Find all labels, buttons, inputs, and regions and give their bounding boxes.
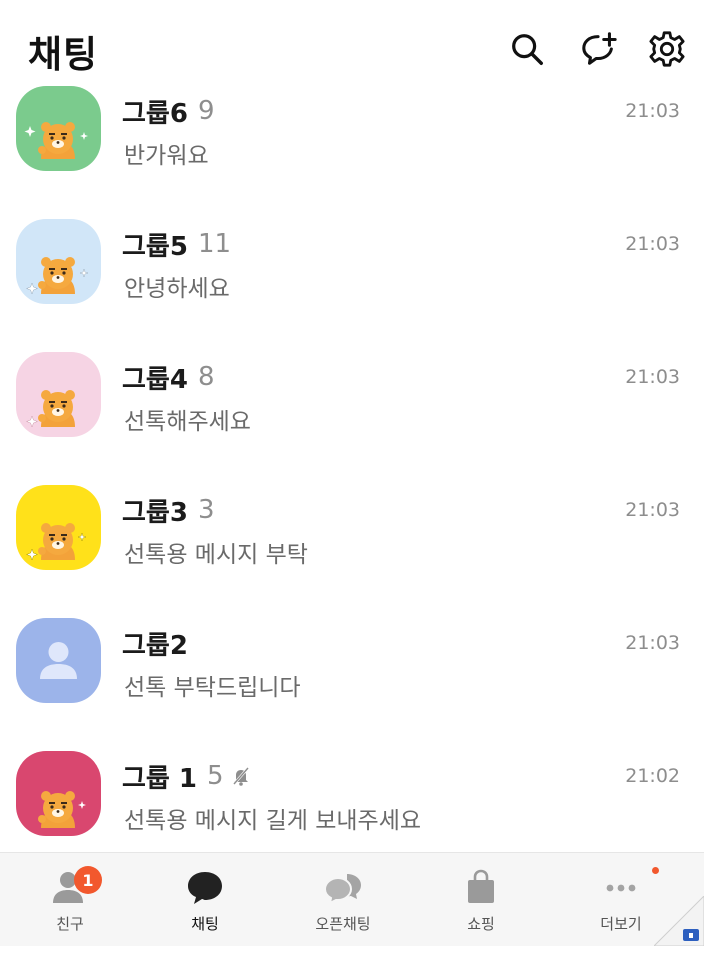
chat-last-message: 안녕하세요 [124, 276, 230, 302]
open-chat-icon [323, 867, 363, 907]
chat-name: 그룹4 [122, 364, 188, 395]
more-icon [601, 867, 641, 907]
chat-avatar [16, 86, 101, 171]
search-button[interactable] [506, 28, 548, 70]
chat-title-line: 그룹6 9 [122, 94, 215, 129]
chat-last-message: 선톡용 메시지 길게 보내주세요 [124, 808, 422, 834]
chat-time: 21:03 [625, 100, 680, 122]
search-icon [512, 34, 543, 65]
member-count: 9 [197, 96, 215, 126]
member-count: 8 [197, 362, 215, 392]
tab-shopping[interactable]: 쇼핑 [411, 853, 551, 947]
chat-title-line: 그룹5 11 [122, 227, 232, 262]
chat-name: 그룹3 [122, 497, 188, 528]
default-person-avatar [16, 618, 101, 703]
tab-chats[interactable]: 채팅 [135, 853, 275, 947]
chat-time: 21:03 [625, 499, 680, 521]
page-title: 채팅 [28, 33, 99, 76]
chat-bubble-icon [185, 867, 225, 907]
tab-open-chat[interactable]: 오픈채팅 [273, 853, 413, 947]
chat-row-group4[interactable]: 그룹4 8 21:03 선톡해주세요 [0, 352, 714, 485]
chat-time: 21:03 [625, 233, 680, 255]
ryan-character-avatar [16, 352, 101, 437]
member-count: 5 [206, 761, 224, 791]
chat-row-group1[interactable]: 그룹 1 5 21:02 선톡용 메시지 길게 보내주세요 [0, 751, 714, 852]
settings-icon [649, 31, 685, 67]
bottom-tab-bar: 1 친구 채팅 오픈채팅 쇼핑 더보기 [0, 852, 704, 946]
chat-title-line: 그룹4 8 [122, 360, 215, 395]
ryan-character-avatar [16, 751, 101, 836]
shopping-bag-icon [461, 867, 501, 907]
new-chat-button[interactable] [578, 28, 620, 70]
chat-avatar [16, 219, 101, 304]
chat-name: 그룹5 [122, 231, 188, 262]
chat-avatar [16, 352, 101, 437]
ryan-character-avatar [16, 485, 101, 570]
chat-title-line: 그룹3 3 [122, 493, 215, 528]
chat-row-group6[interactable]: 그룹6 9 21:03 반가워요 [0, 86, 714, 219]
tab-friends[interactable]: 1 친구 [0, 853, 140, 947]
tab-label: 친구 [56, 915, 84, 933]
settings-button[interactable] [646, 28, 688, 70]
new-chat-icon [582, 32, 617, 65]
chat-avatar [16, 618, 101, 703]
chat-time: 21:02 [625, 765, 680, 787]
tab-label: 채팅 [191, 915, 219, 933]
chat-time: 21:03 [625, 632, 680, 654]
chat-last-message: 선톡해주세요 [124, 409, 251, 435]
chat-row-group3[interactable]: 그룹3 3 21:03 선톡용 메시지 부탁 [0, 485, 714, 618]
chat-last-message: 선톡 부탁드립니다 [124, 675, 301, 701]
ryan-character-avatar [16, 86, 101, 171]
tab-label: 쇼핑 [467, 915, 495, 933]
chat-name: 그룹2 [122, 630, 188, 661]
page-fold-corner[interactable] [652, 894, 705, 947]
chat-avatar [16, 485, 101, 570]
app-header: 채팅 [0, 0, 714, 92]
chat-list: 그룹6 9 21:03 반가워요 그룹5 11 21:03 안녕하세요 그룹4 … [0, 86, 714, 852]
notification-off-icon [230, 765, 252, 787]
chat-title-line: 그룹 1 5 [122, 759, 252, 794]
friends-badge: 1 [74, 866, 102, 894]
chat-row-group5[interactable]: 그룹5 11 21:03 안녕하세요 [0, 219, 714, 352]
chat-avatar [16, 751, 101, 836]
chat-name: 그룹6 [122, 98, 188, 129]
chat-last-message: 선톡용 메시지 부탁 [124, 542, 308, 568]
new-indicator-dot [652, 867, 659, 874]
chat-time: 21:03 [625, 366, 680, 388]
tab-label: 오픈채팅 [315, 915, 371, 933]
chat-name: 그룹 1 [122, 763, 197, 794]
chat-row-group2[interactable]: 그룹2 21:03 선톡 부탁드립니다 [0, 618, 714, 751]
member-count: 3 [197, 495, 215, 525]
chat-last-message: 반가워요 [124, 143, 209, 169]
chat-title-line: 그룹2 [122, 626, 188, 661]
member-count: 11 [197, 229, 232, 259]
ryan-character-avatar [16, 219, 101, 304]
